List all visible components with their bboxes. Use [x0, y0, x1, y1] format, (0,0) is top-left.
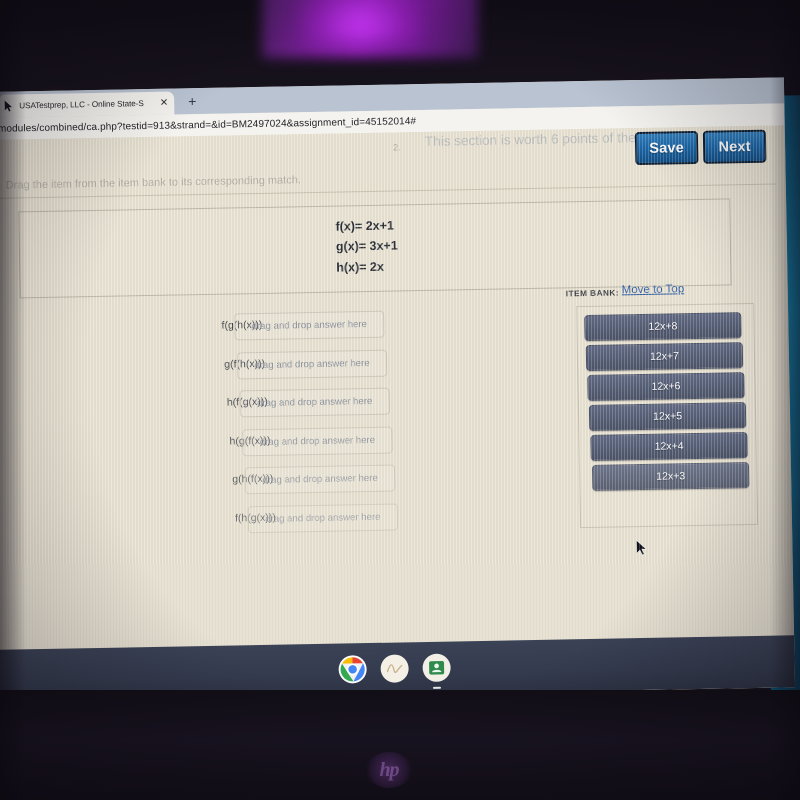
app-white-icon[interactable] — [380, 654, 409, 683]
save-button[interactable]: Save — [634, 130, 699, 166]
close-icon[interactable]: ✕ — [160, 97, 169, 108]
item-bank-tile[interactable]: 12x+4 — [590, 432, 748, 461]
function-f: f(x)= 2x+1 — [335, 218, 395, 234]
match-list: f(g(h(x))) drag and drop answer here g(f… — [0, 308, 552, 550]
instruction-text: Drag the item from the item bank to its … — [5, 174, 302, 192]
dropzone[interactable]: drag and drop answer here — [239, 387, 390, 418]
dropzone[interactable]: drag and drop answer here — [236, 349, 388, 380]
address-bar-url[interactable]: m/modules/combined/ca.php?testid=913&str… — [0, 116, 416, 135]
dropzone[interactable]: drag and drop answer here — [247, 503, 399, 534]
laptop-screen: USATestprep, LLC - Online State-S ✕ + m/… — [0, 77, 796, 702]
function-definitions: f(x)= 2x+1 g(x)= 3x+1 h(x)= 2x — [335, 215, 398, 277]
move-to-top-link[interactable]: Move to Top — [622, 283, 685, 296]
hp-logo: hp — [366, 752, 412, 788]
laptop-photo: USATestprep, LLC - Online State-S ✕ + m/… — [0, 0, 800, 800]
points-note: This section is worth 6 points of the to… — [424, 129, 666, 149]
browser-tab-title: USATestprep, LLC - Online State-S — [19, 99, 144, 111]
item-bank-tile[interactable]: 12x+8 — [584, 312, 742, 342]
item-bank-tile[interactable]: 12x+7 — [585, 342, 744, 372]
cursor-arrow-icon — [636, 539, 648, 556]
new-tab-button[interactable]: + — [188, 93, 196, 109]
purple-glow-highlight — [300, 0, 420, 42]
item-bank-tile[interactable]: 12x+6 — [587, 372, 745, 401]
shelf-running-indicator — [432, 686, 442, 689]
function-g: g(x)= 3x+1 — [335, 238, 398, 254]
item-bank-tile[interactable]: 12x+3 — [591, 462, 750, 491]
dropzone[interactable]: drag and drop answer here — [244, 464, 396, 495]
item-bank-heading: ITEM BANK: — [565, 288, 620, 299]
dropzone[interactable]: drag and drop answer here — [242, 426, 393, 457]
browser-tab[interactable]: USATestprep, LLC - Online State-S ✕ — [0, 91, 175, 118]
question-number: 2. — [392, 142, 401, 153]
item-bank-panel: 12x+8 12x+7 12x+6 12x+5 12x+4 12x+3 — [576, 302, 759, 529]
function-h: h(x)= 2x — [336, 259, 384, 275]
dropzone[interactable]: drag and drop answer here — [234, 310, 385, 341]
page-viewport: 2. This section is worth 6 points of the… — [0, 125, 796, 702]
app-green-icon[interactable] — [422, 653, 451, 689]
item-bank-tile[interactable]: 12x+5 — [588, 402, 747, 431]
next-button[interactable]: Next — [702, 129, 767, 164]
chrome-icon[interactable] — [338, 655, 367, 684]
cursor-arrow-icon — [4, 100, 12, 111]
